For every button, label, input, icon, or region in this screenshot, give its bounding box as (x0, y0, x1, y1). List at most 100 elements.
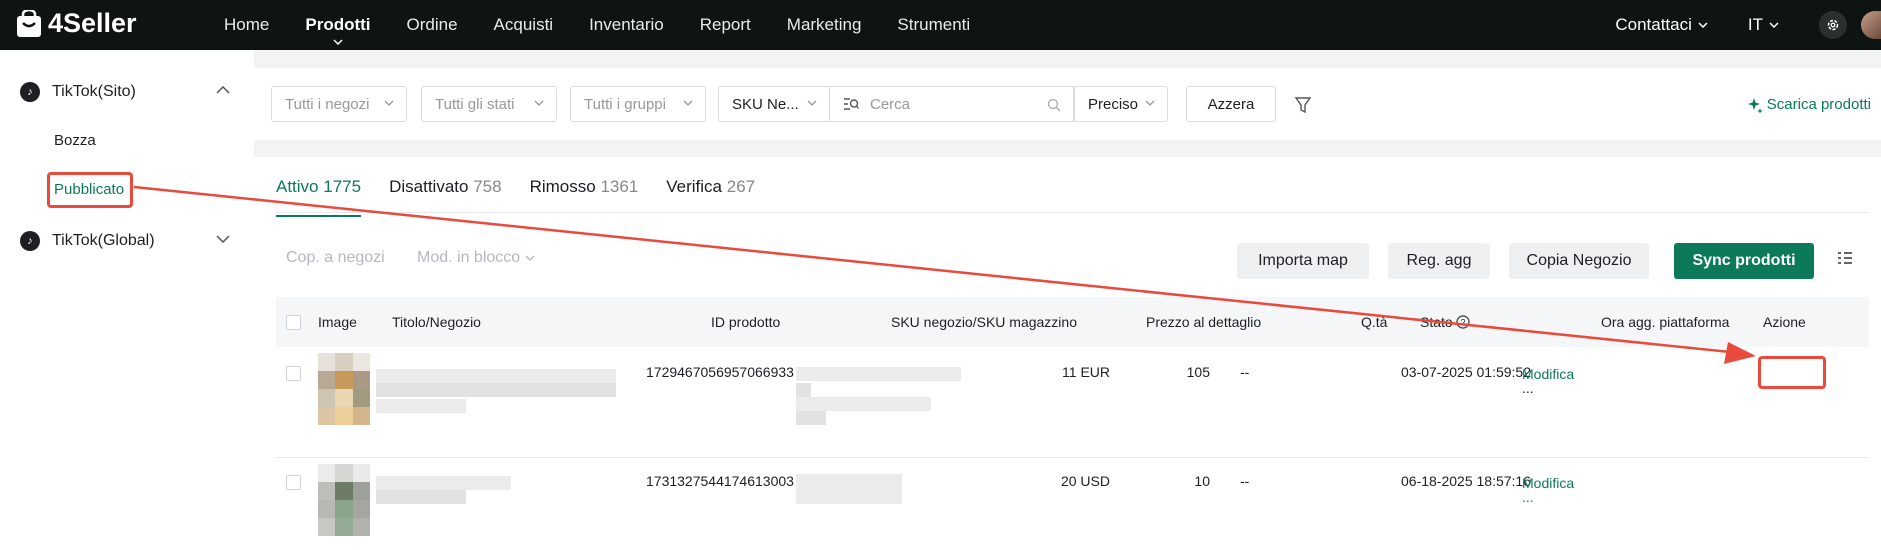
select-all-checkbox[interactable] (286, 315, 301, 330)
top-navigation-bar: 4Seller Home Prodotti Ordine Acquisti In… (0, 0, 1881, 50)
search-input[interactable]: Cerca (830, 86, 1074, 122)
logo-text: 4Seller (48, 8, 137, 38)
search-field-value: SKU Ne... (732, 95, 799, 113)
nav-ordine[interactable]: Ordine (407, 15, 458, 35)
tiktok-icon: ♪ (20, 82, 40, 102)
status-value: -- (1240, 364, 1250, 380)
retail-price: 11 EUR (1062, 364, 1110, 380)
product-thumbnail[interactable] (318, 464, 370, 536)
sidebar-group-label: TikTok(Sito) (52, 83, 136, 100)
chevron-down-icon (807, 100, 817, 106)
search-field-select[interactable]: SKU Ne... (718, 86, 830, 122)
bulk-edit-label: Mod. in blocco (417, 249, 521, 266)
product-id: 1729467056957066933 (646, 364, 794, 380)
blurred-shop (376, 490, 466, 504)
shop-select[interactable]: Tutti i negozi (271, 86, 407, 122)
nav-marketing[interactable]: Marketing (787, 15, 862, 35)
quantity: 10 (1194, 473, 1210, 489)
tab-count: 267 (726, 177, 756, 196)
chevron-down-icon (1145, 100, 1155, 106)
tab-attivo[interactable]: Attivo 1775 (276, 177, 362, 217)
tab-label: Disattivato (389, 177, 469, 196)
group-select[interactable]: Tutti i gruppi (570, 86, 706, 122)
blurred-sku (796, 367, 961, 381)
match-mode-value: Preciso (1088, 95, 1139, 113)
search-placeholder: Cerca (870, 95, 911, 113)
sparkle-icon (1747, 97, 1763, 113)
contact-menu[interactable]: Contattaci (1615, 15, 1708, 35)
blurred-title (376, 369, 616, 383)
copy-shop-button[interactable]: Copia Negozio (1509, 243, 1649, 279)
help-icon[interactable]: ? (1456, 315, 1470, 329)
chevron-down-icon (216, 235, 230, 243)
chevron-down-icon (534, 100, 544, 106)
tab-disattivato[interactable]: Disattivato 758 (389, 177, 501, 217)
products-panel: Attivo 1775 Disattivato 758 Rimosso 1361… (254, 157, 1881, 550)
sync-products-button[interactable]: Sync prodotti (1674, 243, 1814, 279)
sidebar-item-bozza[interactable]: Bozza (54, 132, 96, 149)
tabs-divider (276, 212, 1869, 213)
blurred-title (376, 383, 616, 397)
search-icon[interactable] (1047, 98, 1061, 112)
row-checkbox[interactable] (286, 475, 301, 490)
svg-text:?: ? (1460, 318, 1465, 328)
status-select-value: Tutti gli stati (435, 95, 515, 113)
language-label: IT (1747, 15, 1763, 34)
nav-report[interactable]: Report (700, 15, 751, 35)
tab-count: 758 (473, 177, 502, 196)
retail-price: 20 USD (1060, 473, 1110, 489)
more-actions[interactable]: ... (1522, 489, 1534, 505)
annotation-highlight-modifica (1758, 356, 1826, 389)
reg-agg-button[interactable]: Reg. agg (1388, 243, 1490, 279)
nav-prodotti[interactable]: Prodotti (305, 15, 371, 45)
nav-home[interactable]: Home (224, 15, 269, 35)
tab-count: 1361 (600, 177, 639, 196)
bulk-edit-dropdown[interactable]: Mod. in blocco (417, 249, 535, 267)
quantity: 105 (1186, 364, 1210, 380)
logo[interactable]: 4Seller (16, 8, 137, 39)
chevron-down-icon (333, 39, 343, 45)
tiktok-icon: ♪ (20, 231, 40, 251)
shop-select-value: Tutti i negozi (285, 95, 370, 113)
import-map-button[interactable]: Importa map (1237, 243, 1369, 279)
sidebar-group-tiktok-global[interactable]: ♪ TikTok(Global) (20, 231, 230, 251)
nav-prodotti-label: Prodotti (305, 15, 371, 34)
language-menu[interactable]: IT (1748, 15, 1779, 35)
tab-count: 1775 (323, 177, 362, 196)
search-list-icon (844, 98, 859, 110)
col-product-id: ID prodotto (711, 314, 781, 330)
col-status: Stato ? (1420, 314, 1470, 330)
download-products-label: Scarica prodotti (1766, 96, 1871, 113)
nav-strumenti[interactable]: Strumenti (897, 15, 970, 35)
product-thumbnail[interactable] (318, 353, 370, 425)
column-settings-icon[interactable] (1837, 251, 1853, 265)
row-checkbox[interactable] (286, 366, 301, 381)
tab-label: Rimosso (529, 177, 596, 196)
annotation-highlight-pubblicato (47, 172, 133, 208)
tab-rimosso[interactable]: Rimosso 1361 (530, 177, 639, 217)
product-id: 1731327544174613003 (646, 473, 794, 489)
col-price: Prezzo al dettaglio (1146, 314, 1262, 330)
blurred-shop (376, 399, 466, 413)
settings-button[interactable] (1819, 11, 1847, 39)
reset-button[interactable]: Azzera (1186, 86, 1276, 122)
match-mode-select[interactable]: Preciso (1074, 86, 1168, 122)
blurred-sku (796, 397, 931, 411)
more-actions[interactable]: ... (1522, 380, 1534, 396)
avatar[interactable] (1861, 11, 1881, 39)
download-products-link[interactable]: Scarica prodotti (1747, 96, 1871, 113)
chevron-down-icon (683, 100, 693, 106)
filter-bar: Tutti i negozi Tutti gli stati Tutti i g… (254, 68, 1881, 140)
copy-to-shops-button[interactable]: Cop. a negozi (286, 249, 385, 267)
table-header: Image Titolo/Negozio ID prodotto SKU neg… (276, 297, 1869, 347)
col-updated: Ora agg. piattaforma (1601, 314, 1730, 330)
nav-acquisti[interactable]: Acquisti (494, 15, 554, 35)
status-select[interactable]: Tutti gli stati (421, 86, 557, 122)
filter-icon[interactable] (1294, 96, 1312, 114)
blurred-sku (796, 411, 826, 425)
tab-verifica[interactable]: Verifica 267 (666, 177, 755, 217)
sidebar-group-tiktok-sito[interactable]: ♪ TikTok(Sito) (20, 82, 230, 102)
nav-inventario[interactable]: Inventario (589, 15, 664, 35)
blurred-sku (796, 383, 811, 397)
blurred-sku (796, 474, 902, 504)
